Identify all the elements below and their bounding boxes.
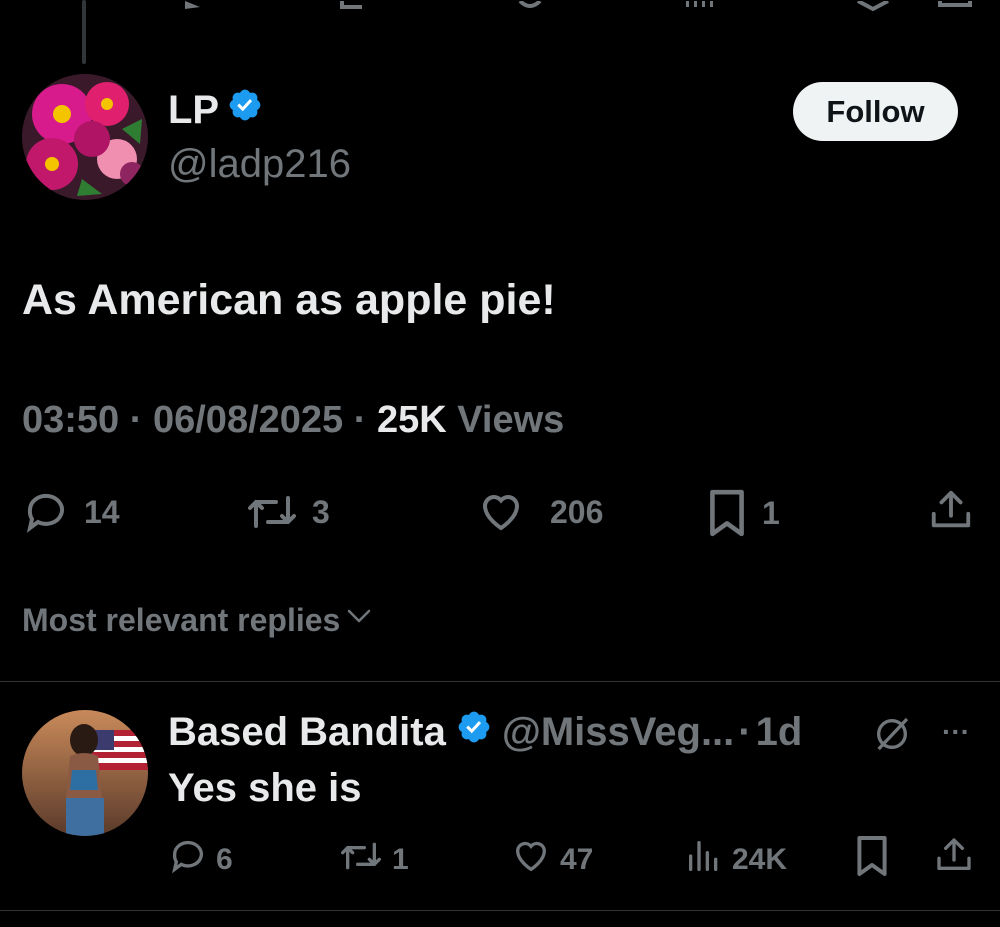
reply-action[interactable]: 14 bbox=[22, 488, 120, 536]
bookmark-icon bbox=[854, 834, 890, 886]
reply-author-handle[interactable]: @MissVeg... bbox=[502, 708, 734, 756]
like-count: 206 bbox=[550, 493, 604, 530]
author-handle[interactable]: @ladp216 bbox=[168, 140, 351, 188]
divider bbox=[0, 910, 1000, 911]
bookmark-action[interactable] bbox=[854, 834, 890, 886]
reply-avatar[interactable] bbox=[22, 710, 148, 836]
views-count: 24K bbox=[732, 843, 788, 876]
tweet-date[interactable]: 06/08/2025 bbox=[153, 399, 343, 441]
author-name[interactable]: LP bbox=[168, 86, 219, 134]
grok-icon[interactable] bbox=[872, 714, 912, 759]
reply-action[interactable]: 6 bbox=[168, 836, 233, 884]
heart-icon bbox=[510, 836, 552, 884]
repost-icon bbox=[246, 488, 298, 536]
tweet-meta: 03:50 · 06/08/2025 · 25K Views bbox=[22, 396, 564, 444]
thread-connector-line bbox=[82, 0, 86, 64]
verified-badge-icon bbox=[456, 708, 492, 756]
bookmark-icon bbox=[706, 488, 748, 538]
repost-action[interactable]: 1 bbox=[338, 836, 409, 884]
views-count: 25K bbox=[376, 399, 447, 441]
like-action[interactable]: 47 bbox=[510, 836, 593, 884]
views-action[interactable]: 24K bbox=[684, 836, 787, 884]
views-label: Views bbox=[457, 399, 565, 441]
reply-icon bbox=[168, 836, 208, 884]
bookmark-action[interactable]: 1 bbox=[706, 488, 780, 538]
previous-tweet-actions bbox=[0, 0, 1000, 12]
repost-icon bbox=[338, 836, 384, 884]
more-options-icon[interactable]: ··· bbox=[936, 712, 976, 752]
repost-count: 3 bbox=[312, 493, 330, 530]
tweet-time[interactable]: 03:50 bbox=[22, 399, 119, 441]
tweet-text: As American as apple pie! bbox=[22, 276, 556, 324]
reply-header: Based Bandita @MissVeg... · 1d bbox=[168, 708, 802, 756]
reply-text: Yes she is bbox=[168, 766, 362, 810]
like-count: 47 bbox=[560, 843, 594, 876]
repost-action[interactable]: 3 bbox=[246, 488, 330, 536]
reply-author-name[interactable]: Based Bandita bbox=[168, 708, 446, 756]
like-action[interactable]: 206 bbox=[476, 488, 603, 536]
reply-count: 6 bbox=[216, 843, 233, 876]
share-icon bbox=[928, 486, 974, 534]
meta-separator: · bbox=[738, 710, 752, 754]
verified-badge-icon bbox=[227, 86, 263, 134]
meta-separator: · bbox=[129, 399, 143, 441]
author-name-row[interactable]: LP bbox=[168, 86, 263, 134]
replies-sort-label: Most relevant replies bbox=[22, 602, 341, 638]
bookmark-count: 1 bbox=[762, 494, 780, 531]
share-button[interactable] bbox=[928, 486, 974, 534]
avatar[interactable] bbox=[22, 74, 148, 200]
replies-sort-dropdown[interactable]: Most relevant replies bbox=[22, 598, 374, 642]
divider bbox=[0, 681, 1000, 682]
heart-icon bbox=[476, 488, 526, 536]
reply-count: 14 bbox=[84, 493, 120, 530]
share-icon bbox=[934, 834, 974, 884]
reply-icon bbox=[22, 488, 70, 536]
follow-button[interactable]: Follow bbox=[793, 82, 958, 141]
chevron-down-icon bbox=[344, 598, 374, 642]
reply-age[interactable]: 1d bbox=[756, 708, 803, 756]
analytics-icon bbox=[684, 836, 724, 884]
meta-separator: · bbox=[353, 399, 367, 441]
repost-count: 1 bbox=[392, 843, 409, 876]
share-button[interactable] bbox=[934, 834, 974, 884]
